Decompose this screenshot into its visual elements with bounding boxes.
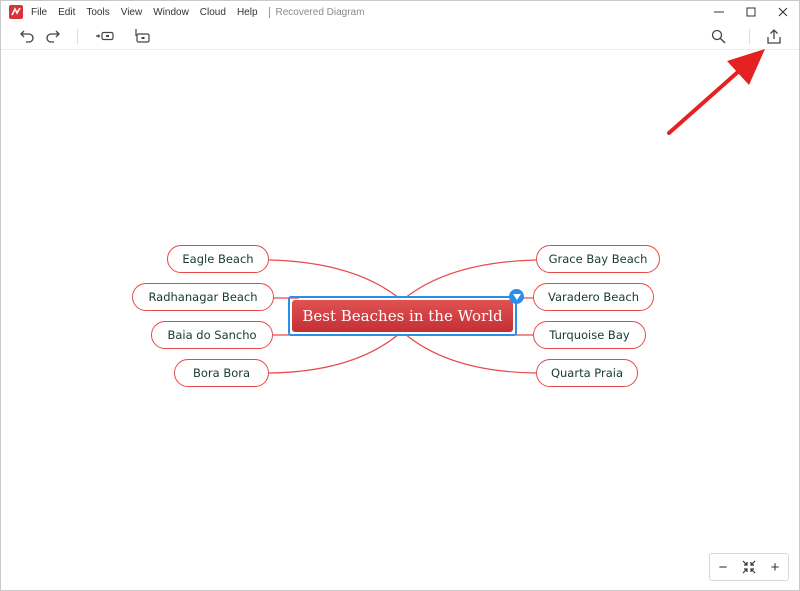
menu-edit[interactable]: Edit [58, 7, 75, 18]
minimize-button[interactable] [703, 1, 735, 23]
zoom-controls: − + [709, 553, 789, 581]
title-divider [268, 6, 270, 18]
toolbar-separator [77, 29, 78, 44]
close-button[interactable] [767, 1, 799, 23]
undo-icon [20, 30, 34, 43]
connector-bora-bora [268, 333, 400, 374]
menu-cloud[interactable]: Cloud [200, 7, 226, 18]
close-icon [778, 7, 788, 17]
insert-subtopic-button[interactable] [94, 26, 116, 46]
topic-grace-bay-beach[interactable]: Grace Bay Beach [536, 245, 660, 273]
fit-to-screen-icon [742, 560, 756, 574]
menu-view[interactable]: View [121, 7, 143, 18]
window-controls [703, 1, 799, 23]
minimize-icon [714, 11, 724, 13]
app-window: File Edit Tools View Window Cloud Help R… [0, 0, 800, 591]
central-topic[interactable]: Best Beaches in the World [292, 300, 513, 332]
collapse-toggle-button[interactable] [509, 289, 524, 304]
topic-baia-do-sancho[interactable]: Baia do Sancho [151, 321, 273, 349]
zoom-out-button[interactable]: − [710, 554, 736, 580]
menu-file[interactable]: File [31, 7, 47, 18]
fit-view-button[interactable] [736, 554, 762, 580]
title-bar: File Edit Tools View Window Cloud Help R… [1, 1, 799, 23]
menu-window[interactable]: Window [153, 7, 189, 18]
redo-icon [46, 30, 60, 43]
insert-subtopic-icon [96, 31, 114, 41]
menu-help[interactable]: Help [237, 7, 258, 18]
redo-button[interactable] [42, 26, 64, 46]
maximize-button[interactable] [735, 1, 767, 23]
document-title: Recovered Diagram [275, 6, 365, 18]
zoom-in-button[interactable]: + [762, 554, 788, 580]
app-logo-icon [9, 5, 23, 19]
connector-eagle-beach [268, 259, 400, 299]
insert-topic-button[interactable] [131, 26, 153, 46]
connector-quarta-praia [404, 333, 537, 374]
topic-varadero-beach[interactable]: Varadero Beach [533, 283, 654, 311]
maximize-icon [746, 7, 756, 17]
menu-tools[interactable]: Tools [86, 7, 109, 18]
topic-eagle-beach[interactable]: Eagle Beach [167, 245, 269, 273]
insert-topic-icon [135, 29, 150, 43]
undo-button[interactable] [16, 26, 38, 46]
topic-bora-bora[interactable]: Bora Bora [174, 359, 269, 387]
triangle-down-icon [512, 293, 521, 300]
topic-turquoise-bay[interactable]: Turquoise Bay [533, 321, 646, 349]
topic-quarta-praia[interactable]: Quarta Praia [536, 359, 638, 387]
annotation-arrow-icon [667, 49, 765, 135]
topic-radhanagar-beach[interactable]: Radhanagar Beach [132, 283, 274, 311]
